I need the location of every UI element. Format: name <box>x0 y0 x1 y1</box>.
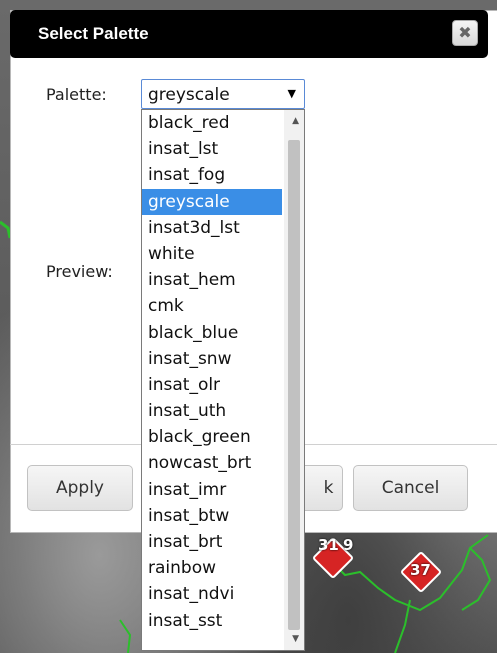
palette-options: black_red insat_lst insat_fog greyscale … <box>142 110 304 634</box>
palette-option[interactable]: insat_ndvi <box>142 581 282 607</box>
dialog-title: Select Palette <box>38 24 149 43</box>
palette-option[interactable]: insat_imr <box>142 477 282 503</box>
dropdown-scrollbar[interactable]: ▲ ▼ <box>284 110 304 650</box>
map-marker-label: 31 <box>318 536 339 554</box>
palette-option[interactable]: insat_brt <box>142 529 282 555</box>
dropdown-arrow-icon: ▼ <box>287 87 296 100</box>
scroll-down-icon[interactable]: ▼ <box>292 634 299 644</box>
map-marker-label-suffix: 9 <box>343 536 354 554</box>
palette-label: Palette: <box>46 85 107 104</box>
preview-label: Preview: <box>46 262 113 281</box>
palette-option[interactable]: insat_snw <box>142 346 282 372</box>
close-icon: ✖ <box>458 23 472 42</box>
cancel-button[interactable]: Cancel <box>353 465 468 511</box>
palette-dropdown-list[interactable]: black_red insat_lst insat_fog greyscale … <box>141 109 305 651</box>
palette-option-selected[interactable]: greyscale <box>142 188 282 215</box>
palette-option[interactable]: insat_olr <box>142 372 282 398</box>
palette-option[interactable]: insat_uth <box>142 398 282 424</box>
palette-option[interactable]: cmk <box>142 293 282 319</box>
palette-option[interactable]: insat_lst <box>142 136 282 162</box>
palette-option[interactable]: insat_hem <box>142 267 282 293</box>
dialog-titlebar: Select Palette ✖ <box>10 10 488 58</box>
palette-select-value: greyscale <box>148 85 230 105</box>
apply-button[interactable]: Apply <box>27 465 133 511</box>
map-marker-label: 37 <box>410 561 431 579</box>
palette-option[interactable]: black_red <box>142 110 282 136</box>
palette-option[interactable]: insat_fog <box>142 162 282 188</box>
palette-select[interactable]: greyscale ▼ <box>141 79 305 109</box>
palette-option[interactable]: rainbow <box>142 555 282 581</box>
scroll-up-icon[interactable]: ▲ <box>292 116 299 126</box>
palette-option[interactable]: insat3d_lst <box>142 215 282 241</box>
palette-option[interactable]: black_blue <box>142 320 282 346</box>
scrollbar-thumb[interactable] <box>288 140 300 630</box>
palette-option[interactable]: insat_btw <box>142 503 282 529</box>
palette-option[interactable]: white <box>142 241 282 267</box>
palette-option[interactable]: black_green <box>142 424 282 450</box>
palette-option[interactable]: nowcast_brt <box>142 450 282 476</box>
close-button[interactable]: ✖ <box>452 20 478 46</box>
palette-option[interactable]: insat_sst <box>142 608 282 634</box>
